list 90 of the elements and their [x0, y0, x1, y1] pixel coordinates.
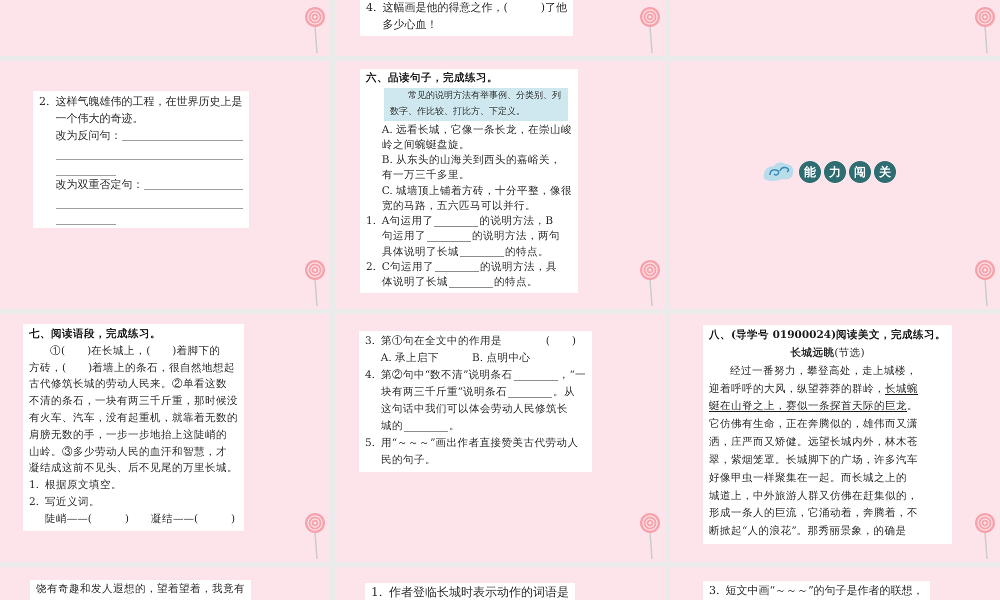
question-text: 它仿佛有生命，正在奔腾似的，雄伟而又潇 [709, 417, 918, 432]
question-text: 城道上，中外旅游人群又仿佛在赶集似的， [709, 488, 918, 504]
question-text: 根据原文填空。 [44, 478, 122, 494]
question-text: ①( )在长城上，( )着脚下的 [50, 344, 220, 359]
slide-thumbnail[interactable]: 1. 作者登临长城时表示动作的词语是 [335, 567, 665, 600]
item-number: 1. [371, 585, 384, 600]
question-text: 块有两三千斤重”说明条石 [380, 385, 508, 400]
item-number: 2. [366, 260, 378, 275]
question-text: 第②句中“数不清”说明条石 [380, 368, 512, 383]
slide-thumbnail[interactable]: 能 力 闯 关 [670, 61, 1000, 309]
item-number: 3. [709, 583, 720, 599]
slide-thumbnail[interactable] [670, 314, 1000, 562]
question-text: ，“一 [558, 368, 586, 383]
question-text: 凝结成这前不见头、后不见尾的万里长城。 [29, 461, 238, 476]
question-text: 。 [448, 419, 460, 434]
question-text: 民的句子。 [380, 453, 436, 468]
note-text: 数字、作比较、打比方、下定义。 [390, 106, 526, 119]
slide-thumbnail[interactable]: 饶有奇趣和发人遐想的，望着望着，我竟有 [0, 567, 330, 600]
question-text: A. 承上启下 B. 点明中心 [380, 351, 530, 366]
question-text: 一个伟大的奇迹。 [56, 111, 144, 128]
question-text: 形成一条人的巨流，它涌动着，奔腾着，不 [709, 506, 918, 522]
item-number: 2. [39, 94, 50, 110]
item-number: 5. [365, 436, 376, 451]
answer-label: 改为反问句： [56, 128, 122, 144]
question-text: 第①句在全文中的作用是 ( ) [380, 334, 576, 349]
item-number: 1. [366, 214, 378, 230]
item-number: 3. [365, 334, 376, 349]
question-text: 翠，紫烟笼罩。长城脚下的广场，许多汽车 [709, 452, 918, 468]
slide-thumbnail[interactable] [0, 314, 330, 562]
banner-character: 闯 [849, 161, 871, 183]
question-text: 短文中画“～～～”的句子是作者的联想， [726, 583, 924, 599]
slide-thumbnail[interactable]: 3. 第①句在全文中的作用是 ( ) A. 承上启下 B. 点明中心 4. 第②句中“数不清”说明条石 ，“一 块有两三千斤重”说明条石 。从 这句话中我们可以体会劳动人民修筑长 城的 。 5. 用“～～～”画出作者直接赞美古代劳动人 民的句子。 [335, 314, 665, 562]
question-text: 多少心血！ [382, 16, 438, 32]
question-text: 的特点。 [494, 275, 538, 290]
question-text: 古代修筑长城的劳动人民来。②单看这数 [29, 377, 227, 392]
section-heading: 八、(导学号 01900024)阅读美文，完成练习。 [709, 328, 946, 343]
question-text: 的说明方法，两句 [472, 229, 560, 244]
item-number: 2. [29, 494, 40, 510]
underlined-text: 长城蜿 [885, 382, 918, 397]
slide-thumbnail[interactable]: 4. 这幅画是他的得意之作，( )了他 多少心血！ [335, 0, 665, 56]
question-text: 用“～～～”画出作者直接赞美古代劳动人 [380, 436, 578, 451]
section-heading: 七、阅读语段，完成练习。 [29, 326, 162, 342]
question-text: 饶有奇趣和发人遐想的，望着望着，我竟有 [36, 582, 245, 597]
question-text: 肩膀无数的手，一步一步地抬上这陡峭的 [29, 428, 227, 443]
question-text: 不清的条石，一块有两三千斤重，那时候没 [29, 394, 238, 410]
item-number: 4. [365, 368, 376, 383]
question-text: 作者登临长城时表示动作的词语是 [389, 585, 569, 600]
item-number: 4. [366, 0, 378, 16]
question-text: A句运用了 [382, 214, 434, 230]
question-text: 的说明方法，B [479, 214, 554, 230]
question-text: 陡峭——( ) 凝结——( ) [44, 512, 236, 527]
question-text: 岭之间蜿蜒盘旋。 [382, 138, 470, 154]
question-text: 的特点。 [504, 244, 549, 260]
question-text: 写近义词。 [44, 494, 100, 510]
question-text: 这样气魄雄伟的工程，在世界历史上是 [56, 94, 242, 110]
question-text: 这幅画是他的得意之作，( )了他 [382, 0, 568, 16]
slide-thumbnail[interactable]: 3. 短文中画“～～～”的句子是作者的联想， [670, 567, 1000, 600]
answer-label: 改为双重否定句： [56, 177, 144, 194]
slide-thumbnail[interactable]: 2. 这样气魄雄伟的工程，在世界历史上是 一个伟大的奇迹。 改为反问句： 改为双重否定句： [0, 61, 330, 309]
question-text: 好像甲虫一样聚集在一起。而长城之上的 [709, 470, 907, 486]
banner-character: 力 [824, 161, 846, 183]
question-text: 经过一番努力，攀登高处，走上城楼， [730, 364, 917, 379]
question-text: 体说明了长城 [382, 275, 448, 290]
question-text: 具体说明了长城 [382, 244, 459, 260]
section-heading: 六、品读句子，完成练习。 [366, 71, 499, 86]
banner-character: 能 [799, 161, 821, 183]
question-text: C. 城墙顶上铺着方砖，十分平整，像很 [382, 184, 572, 199]
underlined-text: 蜒在山脊之上，赛似一条探首天际的巨龙 [709, 399, 907, 414]
question-text: 方砖，( )着墙上的条石，很自然地想起 [29, 360, 236, 376]
question-text: 有一万三千多里。 [382, 168, 470, 184]
item-number: 1. [29, 478, 40, 494]
question-text: 城的 [380, 419, 403, 434]
question-text: 的说明方法，具 [480, 260, 557, 275]
question-text: 山岭。③多少劳动人民的血汗和智慧，才 [29, 444, 227, 460]
question-text: 这句话中我们可以体会劳动人民修筑长 [380, 402, 568, 417]
question-text: 宽的马路，五六匹马可以并行。 [382, 198, 536, 214]
question-text: 迎着呼呼的大风，纵望莽莽的群岭， [709, 382, 885, 397]
slide-thumbnail[interactable] [335, 61, 665, 309]
question-text: 。 [907, 399, 918, 414]
question-text: 。从 [553, 385, 576, 400]
question-text: 洒，庄严而又矫健。远望长城内外，林木苍 [709, 435, 918, 450]
question-text: A. 远看长城，它像一条长龙，在崇山峻 [382, 122, 572, 138]
question-text: 有火车、汽车，没有起重机，就靠着无数的 [29, 410, 238, 426]
question-text: 断掀起“人的浪花”。那秀丽景象，的确是 [709, 524, 907, 540]
banner-character: 关 [874, 161, 896, 183]
question-text: B. 从东头的山海关到西头的嘉峪关， [382, 153, 562, 168]
question-text: 句运用了 [382, 229, 426, 244]
question-text: C句运用了 [382, 260, 434, 275]
note-text: 常见的说明方法有举事例、分类别、列 [407, 90, 562, 104]
passage-title: 长城远眺(节选) [789, 346, 866, 361]
